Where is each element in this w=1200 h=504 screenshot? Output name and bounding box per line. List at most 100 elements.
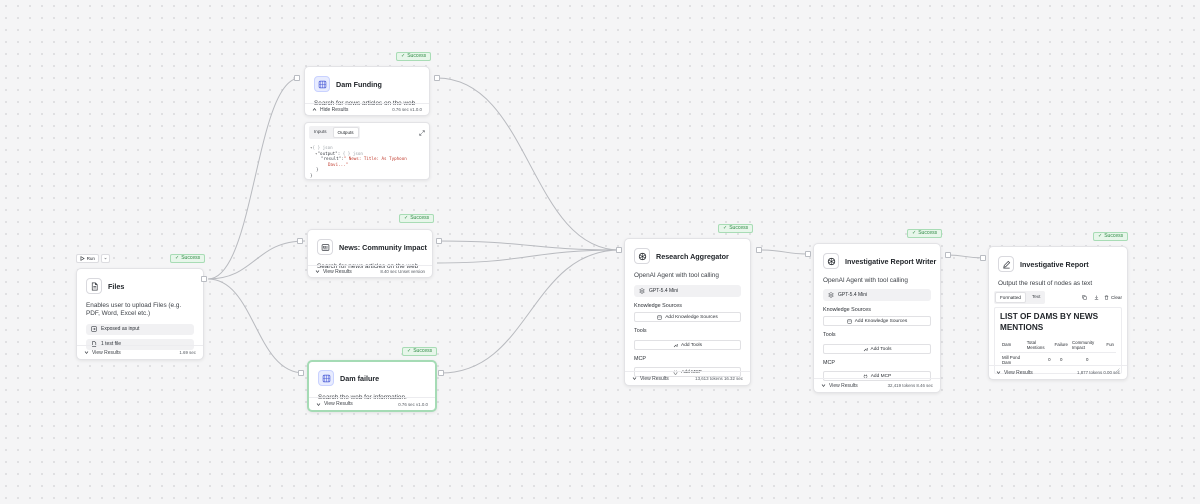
dam-funding-meta: 0.76 sec v1.0.0 bbox=[392, 107, 422, 112]
files-view-results-button[interactable]: View Results bbox=[84, 350, 121, 356]
dam-failure-input-handle[interactable] bbox=[298, 370, 304, 376]
files-title: Files bbox=[108, 281, 125, 291]
check-icon: ✓ bbox=[1098, 233, 1103, 239]
files-output-handle[interactable] bbox=[201, 276, 207, 282]
check-icon: ✓ bbox=[404, 215, 409, 221]
dam-funding-output-panel: Inputs Outputs ▾{ } json ▾"output": { } … bbox=[304, 122, 430, 180]
report-input-handle[interactable] bbox=[980, 255, 986, 261]
news-community-node[interactable]: News: Community Impact Search for news a… bbox=[307, 229, 433, 278]
writer-meta: 32,419 tokens 8.46 sec bbox=[887, 383, 933, 388]
dam-failure-output-handle[interactable] bbox=[438, 370, 444, 376]
writer-add-tools-button[interactable]: Add Tools bbox=[823, 344, 931, 355]
investigative-report-node[interactable]: Investigative Report Output the result o… bbox=[988, 246, 1128, 380]
aggregator-model-select[interactable]: GPT-5.4 Mini bbox=[634, 285, 741, 298]
chevron-down-icon bbox=[821, 384, 826, 388]
chevron-down-icon bbox=[996, 371, 1001, 375]
workflow-canvas[interactable]: Run ✓ Success Files Enables user to uploa… bbox=[0, 0, 1200, 504]
tab-inputs[interactable]: Inputs bbox=[310, 127, 331, 138]
newspaper-icon bbox=[317, 239, 333, 255]
news-title: News: Community Impact bbox=[339, 242, 427, 252]
check-icon: ✓ bbox=[175, 255, 180, 261]
edge-files-to-dam-funding bbox=[207, 77, 301, 280]
aggregator-status-badge: ✓ Success bbox=[718, 224, 754, 233]
run-options-button[interactable] bbox=[101, 254, 110, 263]
tab-outputs[interactable]: Outputs bbox=[332, 127, 359, 138]
input-icon bbox=[91, 326, 97, 333]
files-node[interactable]: Files Enables user to upload Files (e.g.… bbox=[76, 268, 204, 360]
check-icon: ✓ bbox=[401, 53, 406, 59]
globe-icon bbox=[314, 76, 330, 92]
research-aggregator-node[interactable]: Research Aggregator OpenAI Agent with to… bbox=[624, 238, 751, 386]
writer-tools-label: Tools bbox=[823, 332, 836, 339]
dam-failure-node[interactable]: Dam failure Search the web for informati… bbox=[307, 360, 437, 412]
dam-funding-hide-results-button[interactable]: Hide Results bbox=[312, 107, 348, 113]
edge-writer-to-report bbox=[947, 254, 985, 259]
trash-icon bbox=[1104, 295, 1109, 301]
tab-formatted[interactable]: Formatted bbox=[995, 292, 1026, 304]
report-writer-node[interactable]: Investigative Report Writer OpenAI Agent… bbox=[813, 243, 941, 393]
report-meta: 1,877 tokens 0.00 sec bbox=[1077, 370, 1120, 375]
writer-knowledge-label: Knowledge Sources bbox=[823, 307, 871, 314]
chevron-down-icon bbox=[316, 402, 321, 406]
dam-failure-status-badge: ✓ Success bbox=[402, 347, 438, 356]
run-label: Run bbox=[86, 256, 95, 261]
clear-button[interactable]: Clear bbox=[1104, 295, 1122, 300]
writer-title: Investigative Report Writer bbox=[845, 256, 937, 266]
aggregator-mcp-label: MCP bbox=[634, 356, 646, 363]
files-meta: 1.69 sec bbox=[179, 350, 196, 355]
report-description: Output the result of nodes as text bbox=[998, 280, 1093, 287]
writer-output-handle[interactable] bbox=[945, 252, 951, 258]
report-status-badge: ✓ Success bbox=[1093, 232, 1129, 241]
aggregator-tools-label: Tools bbox=[634, 328, 647, 335]
dam-failure-title: Dam failure bbox=[340, 373, 380, 383]
database-icon bbox=[846, 319, 852, 324]
play-icon bbox=[80, 256, 85, 261]
output-json-viewer: ▾{ } json ▾"output": { } json "result":"… bbox=[310, 145, 407, 178]
file-icon bbox=[86, 278, 102, 294]
news-view-results-button[interactable]: View Results bbox=[315, 269, 352, 275]
model-icon bbox=[639, 288, 645, 295]
writer-status-badge: ✓ Success bbox=[907, 229, 943, 238]
check-icon: ✓ bbox=[723, 225, 728, 231]
aggregator-meta: 13,613 tokens 16.32 sec bbox=[695, 376, 743, 381]
dam-failure-view-results-button[interactable]: View Results bbox=[316, 401, 353, 407]
copy-icon[interactable] bbox=[1080, 294, 1088, 302]
writer-input-handle[interactable] bbox=[805, 251, 811, 257]
database-icon bbox=[657, 315, 662, 320]
writer-add-knowledge-button[interactable]: Add Knowledge Sources bbox=[823, 316, 931, 327]
edge-aggregator-to-writer bbox=[759, 249, 809, 255]
chevron-down-icon bbox=[84, 351, 89, 355]
edge-dam-failure-to-aggregator bbox=[440, 249, 621, 374]
dam-funding-node[interactable]: Dam Funding Search for news articles on … bbox=[304, 66, 430, 116]
aggregator-add-tools-button[interactable]: Add Tools bbox=[634, 340, 741, 351]
edge-files-to-news bbox=[207, 240, 306, 280]
download-icon[interactable] bbox=[1092, 294, 1100, 302]
report-view-results-button[interactable]: View Results bbox=[996, 370, 1033, 376]
report-table-header: Community Impact bbox=[1071, 339, 1095, 350]
writer-model-select[interactable]: GPT-5.4 Mini bbox=[823, 289, 931, 302]
report-table-header: Dam bbox=[1002, 342, 1012, 348]
files-description: Enables user to upload Files (e.g. PDF, … bbox=[86, 302, 182, 318]
run-button[interactable]: Run bbox=[76, 254, 99, 263]
edge-dam-funding-to-aggregator bbox=[436, 77, 621, 251]
aggregator-input-handle[interactable] bbox=[616, 247, 622, 253]
writer-view-results-button[interactable]: View Results bbox=[821, 383, 858, 389]
report-table-header: Failure bbox=[1054, 342, 1068, 348]
exposed-input-pill[interactable]: Exposed as input bbox=[86, 323, 194, 335]
tab-text[interactable]: Text bbox=[1028, 292, 1044, 303]
expand-icon[interactable] bbox=[419, 129, 425, 136]
openai-icon bbox=[634, 248, 650, 264]
check-icon: ✓ bbox=[407, 348, 412, 354]
dam-funding-status-badge: ✓ Success bbox=[396, 52, 432, 61]
report-heading: LIST OF DAMS BY NEWS MENTIONS bbox=[1000, 312, 1099, 332]
aggregator-add-knowledge-button[interactable]: Add Knowledge Sources bbox=[634, 312, 741, 323]
globe-icon bbox=[318, 370, 334, 386]
aggregator-view-results-button[interactable]: View Results bbox=[632, 376, 669, 382]
dam-funding-output-handle[interactable] bbox=[434, 75, 440, 81]
aggregator-output-handle[interactable] bbox=[756, 247, 762, 253]
news-output-handle[interactable] bbox=[436, 238, 442, 244]
chevron-up-icon bbox=[312, 107, 317, 111]
files-status-badge: ✓ Success bbox=[170, 254, 206, 263]
dam-funding-input-handle[interactable] bbox=[294, 75, 300, 81]
news-input-handle[interactable] bbox=[297, 238, 303, 244]
